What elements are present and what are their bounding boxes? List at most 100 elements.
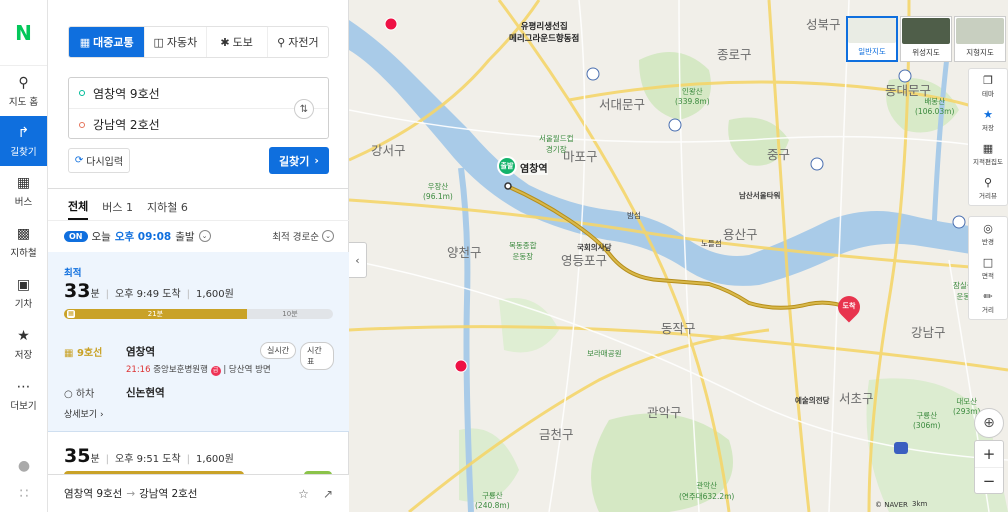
map-label-poi: 국회의사당 <box>577 243 612 252</box>
find-route-label: 길찾기 <box>279 154 310 168</box>
theme-button[interactable]: ❐ 테마 <box>969 69 1007 103</box>
start-marker[interactable]: 출발 <box>497 156 517 176</box>
directions-panel: ▦ 대중교통 ◫ 자동차 ✱ 도보 ⚲ 자전거 염창역 9호선 강남역 2호선 … <box>48 0 349 512</box>
tool-label: 거리 <box>982 305 994 314</box>
chevron-left-icon: ‹ <box>355 253 360 267</box>
mode-label: 자전거 <box>288 36 319 49</box>
map-type-label: 일반지도 <box>858 47 886 56</box>
tab-bus[interactable]: 버스 1 <box>102 194 133 220</box>
streetview-button[interactable]: ⚲ 거리뷰 <box>969 171 1007 205</box>
map-label-district: 서초구 <box>839 391 874 406</box>
chevron-down-icon: ⌄ <box>322 230 334 242</box>
map-label-mountain: 구룡산 (240.8m) <box>475 491 510 510</box>
mode-bike[interactable]: ⚲ 자전거 <box>268 27 328 57</box>
zoom-out-button[interactable]: − <box>975 467 1003 493</box>
nav-subway[interactable]: ▩ 지하철 <box>0 217 47 268</box>
radius-button[interactable]: ◎ 반경 <box>969 217 1007 251</box>
destination-dot-icon <box>79 121 85 128</box>
copyright: © NAVER <box>875 501 908 509</box>
timetable-button[interactable]: 시간표 <box>300 342 334 370</box>
tool-label: 반경 <box>982 237 994 246</box>
nav-map-home[interactable]: ⚲ 지도 홈 <box>0 66 47 116</box>
nav-train[interactable]: ▣ 기차 <box>0 268 47 319</box>
tab-subway[interactable]: 지하철 6 <box>147 194 188 220</box>
map-type-satellite[interactable]: 위성지도 <box>900 16 952 62</box>
origin-value: 염창역 9호선 <box>93 86 160 101</box>
mode-car[interactable]: ◫ 자동차 <box>145 27 207 57</box>
radius-icon: ◎ <box>983 221 993 235</box>
footer-origin: 염창역 9호선 <box>64 488 123 500</box>
nav-saved[interactable]: ★ 저장 <box>0 319 47 370</box>
mode-label: 대중교통 <box>93 36 134 49</box>
map-type-normal[interactable]: 일반지도 <box>846 16 898 62</box>
map-view[interactable]: 성북구 종로구 서대문구 동대문구 마포구 중구 강서구 용산구 양천구 영등포… <box>349 0 1008 512</box>
start-station-label: 염창역 <box>520 160 548 175</box>
arrival-time: 오후 9:51 도착 <box>115 454 181 465</box>
alight-station[interactable]: 신논현역 <box>126 385 165 400</box>
footer-destination: 강남역 2호선 <box>139 488 198 500</box>
cadastral-button[interactable]: ▦ 지적편집도 <box>969 137 1007 171</box>
origin-field[interactable]: 염창역 9호선 <box>69 78 328 109</box>
route-result-card[interactable]: 35분 | 오후 9:51 도착 | 1,600원 <box>48 433 349 477</box>
detail-link[interactable]: 상세보기 › <box>64 407 104 420</box>
saved-button[interactable]: ★ 저장 <box>969 103 1007 137</box>
share-icon[interactable]: ↗ <box>323 487 333 501</box>
fare: 1,600원 <box>196 289 234 300</box>
destination-field[interactable]: 강남역 2호선 <box>69 109 328 140</box>
on-toggle[interactable]: ON <box>64 230 88 242</box>
map-label-mountain: 우장산 (96.1m) <box>423 182 453 201</box>
mode-walk[interactable]: ✱ 도보 <box>207 27 268 57</box>
reset-button[interactable]: ⟳ 다시입력 <box>68 148 130 173</box>
area-button[interactable]: □ 면적 <box>969 251 1007 285</box>
locate-icon[interactable]: ⊕ <box>974 408 1004 438</box>
ride-minutes: 21분 <box>147 310 164 318</box>
alight-label: ○ 하차 <box>64 385 94 400</box>
sort-select[interactable]: 최적 경로순 ⌄ <box>272 229 334 243</box>
directions-icon: ↱ <box>17 124 30 141</box>
destination-value: 강남역 2호선 <box>93 118 160 132</box>
chevron-down-icon[interactable]: ⌄ <box>198 230 211 242</box>
map-label-park: 목동종합 운동장 <box>509 241 537 261</box>
fare: 1,600원 <box>196 454 234 465</box>
depart-suffix: 출발 <box>175 230 195 243</box>
map-label-district: 종로구 <box>717 47 752 62</box>
tab-all[interactable]: 전체 <box>68 194 89 220</box>
walk-minutes: 10분 <box>282 310 298 318</box>
route-input-box: 염창역 9호선 강남역 2호선 ⇅ <box>68 77 329 139</box>
nav-directions[interactable]: ↱ 길찾기 <box>0 116 47 166</box>
result-summary: 33분 | 오후 9:49 도착 | 1,600원 <box>64 280 234 302</box>
measure-tools: ◎ 반경 □ 면적 ✏ 거리 <box>968 216 1008 320</box>
nav-bus[interactable]: ▦ 버스 <box>0 166 47 217</box>
board-station[interactable]: 염창역 <box>126 344 155 359</box>
map-type-label: 위성지도 <box>912 48 940 57</box>
distance-button[interactable]: ✏ 거리 <box>969 285 1007 319</box>
realtime-button[interactable]: 실시간 <box>260 342 297 359</box>
user-icon[interactable]: ● <box>18 458 30 474</box>
map-thumb <box>848 18 896 43</box>
tool-label: 테마 <box>982 89 994 98</box>
collapse-panel-button[interactable]: ‹ <box>349 242 367 278</box>
swap-icon[interactable]: ⇅ <box>294 99 314 119</box>
map-pin-icon: ⚲ <box>18 74 29 91</box>
star-outline-icon[interactable]: ☆ <box>298 487 309 501</box>
subway-icon: ▩ <box>16 226 31 242</box>
naver-logo[interactable]: N <box>0 0 47 66</box>
route-result-card[interactable]: 최적 33분 | 오후 9:49 도착 | 1,600원 21분 ▦ 10분 ▦… <box>48 252 349 432</box>
map-label-park: 보라매공원 <box>587 349 622 358</box>
divider <box>48 220 349 221</box>
nav-more[interactable]: ⋯ 더보기 <box>0 370 47 421</box>
duration-minutes: 35 <box>64 445 91 467</box>
map-type-terrain[interactable]: 지형지도 <box>954 16 1006 62</box>
depart-time[interactable]: 오후 09:08 <box>115 229 171 244</box>
apps-grid-icon[interactable]: ∷ <box>20 486 29 502</box>
star-icon: ★ <box>17 328 30 344</box>
mode-transit[interactable]: ▦ 대중교통 <box>69 27 146 57</box>
walk-segment: 10분 <box>247 309 333 319</box>
map-label-district: 양천구 <box>447 245 482 260</box>
find-route-button[interactable]: 길찾기 › <box>269 147 329 174</box>
zoom-in-button[interactable]: + <box>975 441 1003 467</box>
train-info: 21:16 중앙보훈병원행 급 | 당산역 방면 <box>126 363 271 376</box>
map-label-island: 노들섬 <box>701 239 722 248</box>
nav-label: 더보기 <box>10 401 37 412</box>
map-tools: ❐ 테마 ★ 저장 ▦ 지적편집도 ⚲ 거리뷰 <box>968 68 1008 206</box>
